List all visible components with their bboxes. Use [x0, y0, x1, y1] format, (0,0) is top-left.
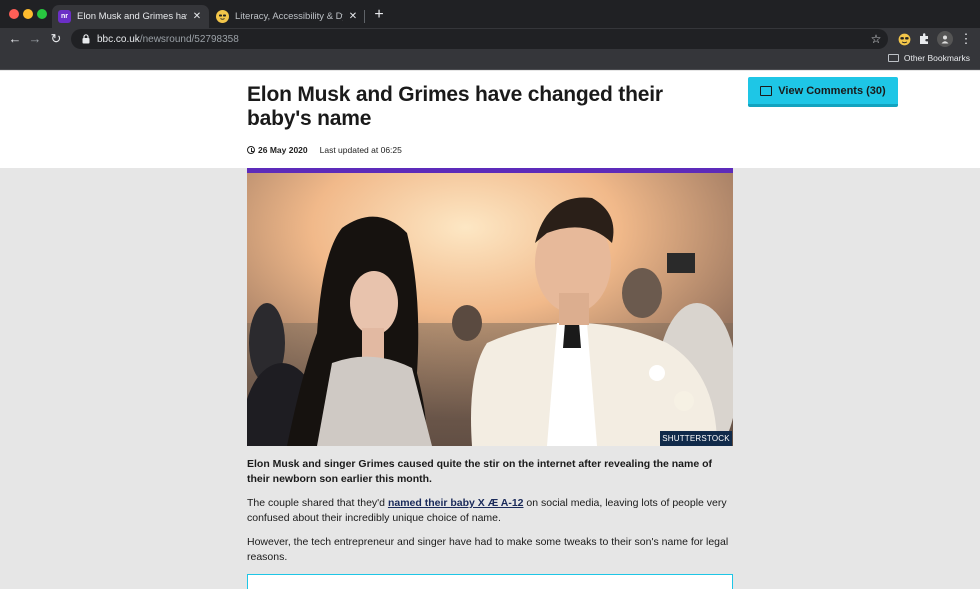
lock-icon	[81, 34, 91, 45]
browser-tab-bar: nr Elon Musk and Grimes have ch ✕ Litera…	[0, 0, 980, 28]
embedded-content-box	[247, 574, 733, 589]
profile-avatar[interactable]	[937, 31, 953, 47]
close-tab-icon[interactable]: ✕	[191, 11, 203, 22]
sunglasses-emoji-favicon-icon	[216, 10, 229, 23]
article-paragraph: The couple shared that they'd named thei…	[247, 496, 733, 526]
reload-icon[interactable]: ↻	[47, 30, 65, 48]
folder-icon	[887, 54, 899, 62]
browser-toolbar: ← → ↻ bbc.co.uk/newsround/52798358 ☆ ⋮	[0, 28, 980, 50]
address-bar[interactable]: bbc.co.uk/newsround/52798358 ☆	[71, 29, 888, 49]
tab-divider	[364, 10, 365, 23]
tab-newsround[interactable]: nr Elon Musk and Grimes have ch ✕	[52, 5, 209, 28]
tab-title: Elon Musk and Grimes have ch	[77, 11, 187, 22]
close-tab-icon[interactable]: ✕	[347, 11, 359, 22]
window-close-button[interactable]	[9, 9, 19, 19]
last-updated: Last updated at 06:25	[319, 145, 402, 155]
view-comments-button[interactable]: View Comments (30)	[748, 77, 898, 107]
sunglasses-extension-icon[interactable]	[896, 31, 912, 47]
tab-literacy[interactable]: Literacy, Accessibility & Dyslex ✕	[210, 5, 365, 28]
named-baby-link[interactable]: named their baby X Æ A-12	[388, 497, 524, 509]
browser-menu-icon[interactable]: ⋮	[957, 30, 975, 48]
tab-title: Literacy, Accessibility & Dyslex	[235, 11, 343, 22]
extensions-puzzle-icon[interactable]	[916, 31, 932, 47]
article-paragraph: However, the tech entrepreneur and singe…	[247, 536, 729, 563]
article-intro: Elon Musk and singer Grimes caused quite…	[247, 458, 713, 485]
url-host: bbc.co.uk	[97, 33, 140, 45]
window-zoom-button[interactable]	[37, 9, 47, 19]
paragraph-text: The couple shared that they'd	[247, 497, 388, 509]
other-bookmarks-button[interactable]: Other Bookmarks	[887, 53, 970, 63]
bookmark-star-icon[interactable]: ☆	[868, 31, 884, 47]
view-comments-label: View Comments (30)	[778, 84, 886, 97]
image-credit-badge: SHUTTERSTOCK	[660, 431, 732, 446]
url-path: /newsround/52798358	[139, 33, 239, 45]
back-arrow-icon[interactable]: ←	[6, 30, 24, 48]
other-bookmarks-label: Other Bookmarks	[903, 53, 970, 63]
publish-date: 26 May 2020	[258, 145, 308, 155]
comment-bubble-icon	[760, 85, 773, 96]
forward-arrow-icon[interactable]: →	[26, 30, 44, 48]
newsround-favicon-icon: nr	[58, 10, 71, 23]
article-hero-image	[247, 173, 733, 446]
article-meta: 26 May 2020 Last updated at 06:25	[247, 145, 402, 155]
clock-icon	[247, 146, 255, 154]
new-tab-button[interactable]: +	[372, 6, 386, 24]
article-headline: Elon Musk and Grimes have changed their …	[247, 83, 663, 130]
bookmarks-bar: Other Bookmarks	[0, 50, 980, 70]
window-minimize-button[interactable]	[23, 9, 33, 19]
